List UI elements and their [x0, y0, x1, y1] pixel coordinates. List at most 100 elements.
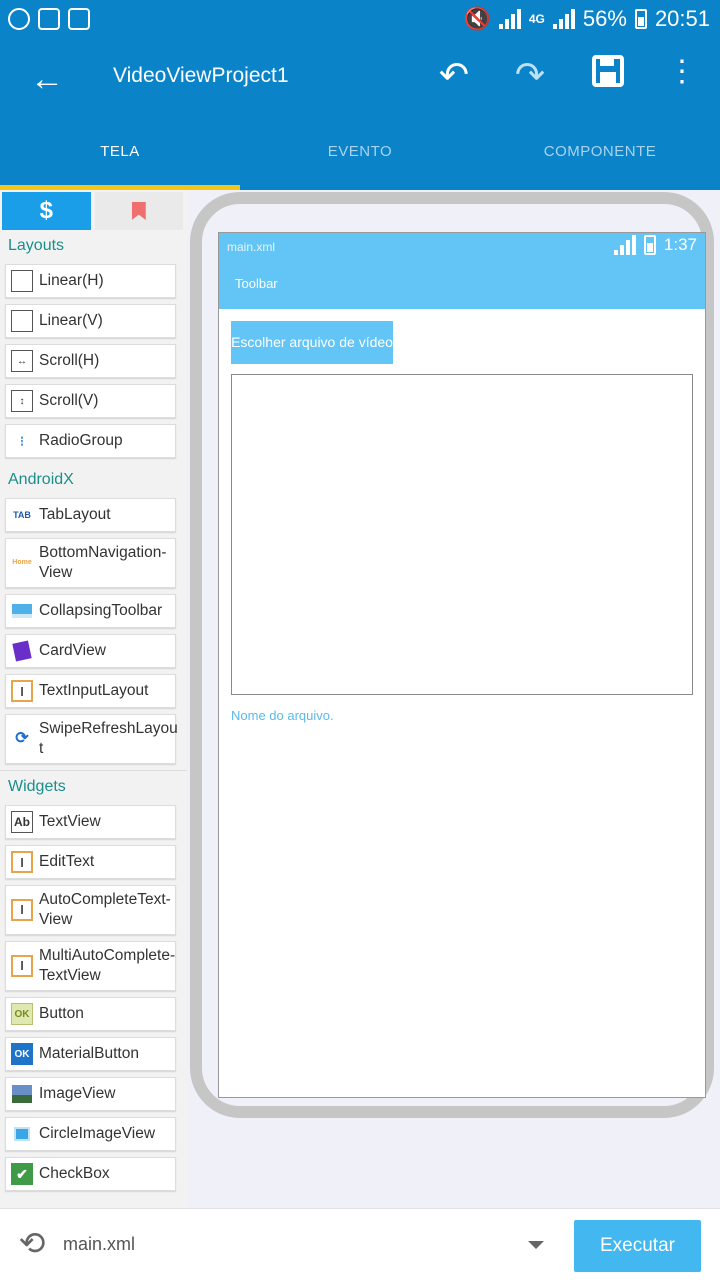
- palette-item-scroll-v[interactable]: ↕ Scroll(V): [5, 384, 176, 418]
- preview-filename: main.xml: [227, 240, 276, 254]
- item-label: Scroll(H): [39, 352, 100, 369]
- preview-toolbar[interactable]: Toolbar: [219, 259, 705, 309]
- palette-item-swiperefreshlayout[interactable]: ⟳ SwipeRefreshLayou t: [5, 714, 178, 764]
- item-label: TabLayout: [39, 506, 111, 523]
- item-label: SwipeRefreshLayou t: [39, 719, 178, 759]
- palette-item-materialbutton[interactable]: OK MaterialButton: [5, 1037, 176, 1071]
- status-right: 🔇 4G 56% 20:51: [463, 6, 710, 32]
- rotate-icon[interactable]: ⟲: [14, 1225, 50, 1261]
- item-label: Button: [39, 1005, 84, 1022]
- item-label-line: SwipeRefreshLayou: [39, 720, 178, 737]
- item-label-line: MultiAutoComplete-: [39, 947, 176, 964]
- layout-file-selector[interactable]: main.xml: [63, 1234, 135, 1255]
- tab-tela[interactable]: TELA: [0, 132, 240, 190]
- palette-tab-widgets[interactable]: $: [2, 192, 91, 230]
- item-label-line: View: [39, 911, 73, 928]
- scroll-v-icon: ↕: [11, 390, 33, 412]
- section-layouts: Layouts: [8, 237, 65, 254]
- checkbox-icon: ✔: [11, 1163, 33, 1185]
- palette-tab-bookmarks[interactable]: [94, 192, 183, 230]
- voicemail-icon: [38, 8, 60, 30]
- widget-palette: $ Layouts Linear(H) Linear(V) ↔ Scroll(H)…: [0, 190, 187, 1208]
- item-label-line: TextView: [39, 967, 101, 984]
- palette-tabs: $: [0, 190, 187, 230]
- palette-item-multiautocomplete[interactable]: I MultiAutoComplete- TextView: [5, 941, 176, 991]
- linear-h-icon: [11, 270, 33, 292]
- palette-item-autocompletetextview[interactable]: I AutoCompleteText- View: [5, 885, 176, 935]
- tab-bar: TELA EVENTO COMPONENTE: [0, 132, 720, 190]
- preview-screen[interactable]: main.xml 1:37 Toolbar Escolher arquivo d…: [218, 232, 706, 1098]
- cardview-icon: [11, 640, 33, 662]
- item-label: AutoCompleteText- View: [39, 890, 171, 930]
- item-label: CardView: [39, 642, 106, 659]
- palette-item-edittext[interactable]: I EditText: [5, 845, 176, 879]
- filename-textview[interactable]: Nome do arquivo.: [231, 708, 334, 723]
- palette-item-bottomnavigation[interactable]: Home BottomNavigation- View: [5, 538, 176, 588]
- button-icon: OK: [11, 1003, 33, 1025]
- item-label: EditText: [39, 853, 95, 870]
- palette-item-linear-h[interactable]: Linear(H): [5, 264, 176, 298]
- edittext-icon: I: [11, 851, 33, 873]
- tab-evento[interactable]: EVENTO: [240, 132, 480, 190]
- network-type: 4G: [528, 12, 545, 26]
- preview-status-bar: main.xml 1:37: [219, 233, 705, 259]
- textview-icon: Ab: [11, 811, 33, 833]
- tab-componente[interactable]: COMPONENTE: [480, 132, 720, 190]
- mute-icon: 🔇: [463, 6, 491, 31]
- item-label-line: t: [39, 740, 44, 757]
- circleimageview-icon: [11, 1123, 33, 1145]
- text-input-icon: I: [11, 680, 33, 702]
- collapsing-toolbar-icon: [11, 600, 33, 622]
- save-svg: [592, 55, 624, 87]
- save-icon[interactable]: [586, 54, 630, 97]
- item-label: Linear(V): [39, 312, 103, 329]
- palette-item-textview[interactable]: Ab TextView: [5, 805, 176, 839]
- palette-item-cardview[interactable]: CardView: [5, 634, 176, 668]
- multiautocomplete-icon: I: [11, 955, 33, 977]
- item-label: ImageView: [39, 1085, 116, 1102]
- signal-icon-2: [552, 9, 575, 29]
- circle-image-shape: [14, 1127, 30, 1141]
- scroll-h-icon: ↔: [11, 350, 33, 372]
- item-label-line: View: [39, 564, 73, 581]
- chevron-down-icon[interactable]: [528, 1241, 544, 1249]
- item-label: Scroll(V): [39, 392, 99, 409]
- videoview[interactable]: [231, 374, 693, 695]
- image-shape: [12, 1085, 32, 1103]
- imageview-icon: [11, 1083, 33, 1105]
- palette-item-checkbox[interactable]: ✔ CheckBox: [5, 1157, 176, 1191]
- section-androidx: AndroidX: [8, 471, 74, 488]
- palette-item-imageview[interactable]: ImageView: [5, 1077, 176, 1111]
- item-label: BottomNavigation- View: [39, 543, 167, 583]
- palette-item-tablayout[interactable]: TAB TabLayout: [5, 498, 176, 532]
- status-bar: 🔇 4G 56% 20:51: [0, 0, 720, 40]
- more-vert-icon[interactable]: ⋮: [660, 54, 704, 89]
- palette-item-radiogroup[interactable]: ⁝ RadioGroup: [5, 424, 176, 458]
- item-label: MaterialButton: [39, 1045, 139, 1062]
- whatsapp-icon: [8, 8, 30, 30]
- material-button-icon: OK: [11, 1043, 33, 1065]
- item-label-line: BottomNavigation-: [39, 544, 167, 561]
- palette-item-textinputlayout[interactable]: I TextInputLayout: [5, 674, 176, 708]
- autocomplete-icon: I: [11, 899, 33, 921]
- palette-item-button[interactable]: OK Button: [5, 997, 176, 1031]
- palette-item-linear-v[interactable]: Linear(V): [5, 304, 176, 338]
- signal-icon: [498, 9, 521, 29]
- redo-icon[interactable]: ↷: [508, 54, 552, 96]
- palette-item-scroll-h[interactable]: ↔ Scroll(H): [5, 344, 176, 378]
- item-label: MultiAutoComplete- TextView: [39, 946, 175, 986]
- back-arrow-icon[interactable]: ←: [30, 60, 64, 99]
- radiogroup-icon: ⁝: [19, 432, 25, 449]
- collapsing-shape: [12, 604, 32, 618]
- palette-item-circleimageview[interactable]: CircleImageView: [5, 1117, 176, 1151]
- run-button[interactable]: Executar: [574, 1220, 701, 1272]
- project-title: VideoViewProject1: [113, 64, 289, 87]
- item-label: CollapsingToolbar: [39, 602, 163, 619]
- choose-video-button[interactable]: Escolher arquivo de vídeo: [231, 321, 393, 364]
- item-label-line: AutoCompleteText-: [39, 891, 171, 908]
- undo-icon[interactable]: ↶: [432, 54, 476, 96]
- item-label: Linear(H): [39, 272, 104, 289]
- palette-item-collapsingtoolbar[interactable]: CollapsingToolbar: [5, 594, 176, 628]
- phone-frame: main.xml 1:37 Toolbar Escolher arquivo d…: [190, 192, 714, 1118]
- bookmark-icon: [131, 202, 146, 220]
